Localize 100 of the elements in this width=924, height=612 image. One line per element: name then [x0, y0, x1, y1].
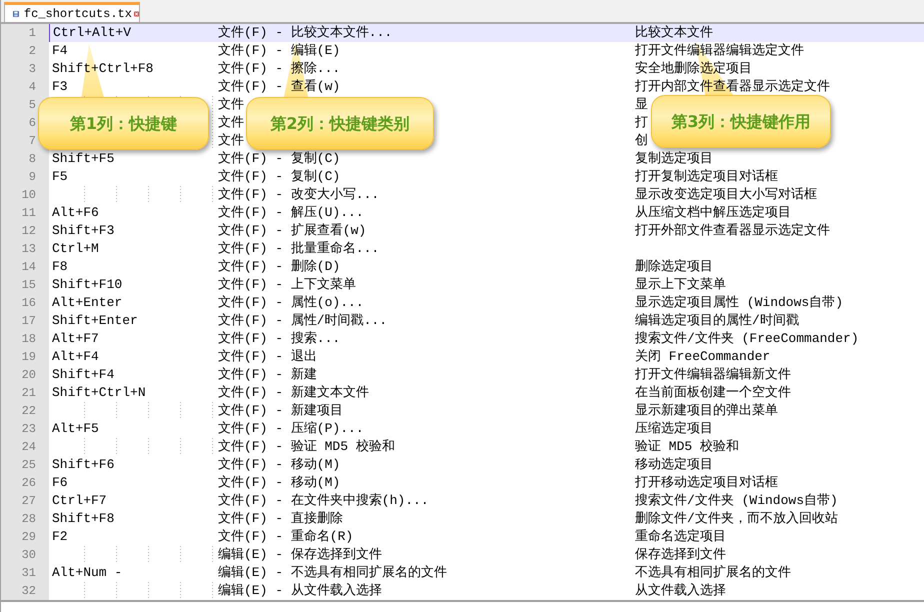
description-text: 在当前面板创建一个空文件: [635, 385, 791, 400]
category-text: 文件: [218, 133, 244, 148]
line-number: 24: [1, 438, 49, 456]
shortcut-text: Shift+Ctrl+F8: [51, 60, 154, 78]
shortcut-text: Shift+F5: [51, 150, 116, 168]
category-text: 文件(F) - 复制(C): [218, 151, 340, 166]
shortcut-text: Alt+F7: [51, 330, 100, 348]
description-text: 不选具有相同扩展名的文件: [635, 565, 791, 580]
line-number: 9: [1, 168, 49, 186]
line-number: 27: [1, 492, 49, 510]
description-text: 搜索文件/文件夹 (FreeCommander): [635, 331, 859, 346]
category-text: 文件: [218, 97, 244, 112]
line-number: 32: [1, 582, 49, 600]
line-number: 4: [1, 78, 49, 96]
category-text: 文件(F) - 新建文本文件: [218, 385, 369, 400]
description-text: 关闭 FreeCommander: [635, 349, 770, 364]
description-text: 打开文件编辑器编辑新文件: [635, 367, 791, 382]
line-number: 10: [1, 186, 49, 204]
description-text: 移动选定项目: [635, 457, 713, 472]
shortcut-text: Shift+Enter: [51, 312, 139, 330]
description-text: 打开外部文件查看器显示选定文件: [635, 223, 830, 238]
category-text: 文件(F) - 属性/时间戳...: [218, 313, 388, 328]
shortcut-text: Alt+Num -: [51, 564, 124, 582]
line-number: 16: [1, 294, 49, 312]
shortcut-text: F8: [51, 258, 69, 276]
line-number: 29: [1, 528, 49, 546]
shortcut-text: Shift+Ctrl+N: [51, 384, 147, 402]
description-text: 重命名选定项目: [635, 529, 726, 544]
description-text: 从文件载入选择: [635, 583, 726, 598]
line-number: 25: [1, 456, 49, 474]
description-text: 打开移动选定项目对话框: [635, 475, 778, 490]
category-text: 文件(F) - 扩展查看(w): [218, 223, 366, 238]
category-text: 文件(F) - 解压(U)...: [218, 205, 364, 220]
category-text: 文件(F) - 搜索...: [218, 331, 340, 346]
category-text: 文件: [218, 115, 244, 130]
line-number: 22: [1, 402, 49, 420]
description-text: 打: [635, 115, 648, 130]
line-number: 31: [1, 564, 49, 582]
category-text: 文件(F) - 改变大小写...: [218, 187, 380, 202]
shortcut-text: F5: [51, 168, 69, 186]
line-number: 11: [1, 204, 49, 222]
description-text: 显示选定项目属性 (Windows自带): [635, 295, 844, 310]
line-number: 26: [1, 474, 49, 492]
category-text: 文件(F) - 移动(M): [218, 457, 340, 472]
line-number: 18: [1, 330, 49, 348]
category-text: 文件(F) - 批量重命名...: [218, 241, 380, 256]
line-number: 12: [1, 222, 49, 240]
description-text: 安全地删除选定项目: [635, 61, 752, 76]
shortcut-text: Shift+F10: [51, 276, 124, 294]
description-text: 比较文本文件: [635, 25, 713, 40]
category-text: 文件(F) - 比较文本文件...: [218, 25, 392, 40]
tab-title: fc_shortcuts.tx: [24, 6, 132, 20]
line-number: 3: [1, 60, 49, 78]
shortcut-text: Shift+F8: [51, 510, 116, 528]
category-text: 文件(F) - 验证 MD5 校验和: [218, 439, 395, 454]
description-text: 压缩选定项目: [635, 421, 713, 436]
file-tab[interactable]: fc_shortcuts.tx: [4, 2, 140, 22]
category-text: 文件(F) - 编辑(E): [218, 43, 340, 58]
callout-label: 第2列：快捷键类别: [270, 112, 410, 134]
description-text: 编辑选定项目的属性/时间戳: [635, 313, 799, 328]
line-number: 15: [1, 276, 49, 294]
line-number: 20: [1, 366, 49, 384]
category-text: 文件(F) - 新建项目: [218, 403, 343, 418]
line-number: 23: [1, 420, 49, 438]
description-text: 打开文件编辑器编辑选定文件: [635, 43, 804, 58]
description-text: 保存选择到文件: [635, 547, 726, 562]
category-text: 编辑(E) - 从文件载入选择: [218, 583, 382, 598]
line-number: 30: [1, 546, 49, 564]
shortcut-text: F3: [51, 78, 69, 96]
description-text: 搜索文件/文件夹 (Windows自带): [635, 493, 838, 508]
category-text: 文件(F) - 重命名(R): [218, 529, 354, 544]
shortcut-text: F4: [51, 42, 69, 60]
description-text: 验证 MD5 校验和: [635, 439, 740, 454]
category-text: 文件(F) - 在文件夹中搜索(h)...: [218, 493, 429, 508]
description-text: 从压缩文档中解压选定项目: [635, 205, 791, 220]
description-text: 显: [635, 97, 648, 112]
category-text: 文件(F) - 复制(C): [218, 169, 340, 184]
callout-label: 第3列：快捷键作用: [671, 110, 811, 132]
shortcut-text: Alt+Enter: [51, 294, 124, 312]
category-text: 文件(F) - 删除(D): [218, 259, 340, 274]
shortcut-text: Ctrl+M: [51, 240, 100, 258]
line-number: 14: [1, 258, 49, 276]
description-text: 打开复制选定项目对话框: [635, 169, 778, 184]
shortcut-text: F6: [51, 474, 69, 492]
description-text: 显示上下文菜单: [635, 277, 726, 292]
description-text: 打开内部文件查看器显示选定文件: [635, 79, 830, 94]
line-number: 21: [1, 384, 49, 402]
line-number: 2: [1, 42, 49, 60]
description-text: 复制选定项目: [635, 151, 713, 166]
description-text: 显示新建项目的弹出菜单: [635, 403, 778, 418]
shortcut-text: Alt+F5: [51, 420, 100, 438]
category-text: 文件(F) - 查看(w): [218, 79, 340, 94]
line-number: 13: [1, 240, 49, 258]
shortcut-text: Alt+F6: [51, 204, 100, 222]
shortcut-text: Ctrl+F7: [51, 492, 108, 510]
shortcut-text: Shift+F6: [51, 456, 116, 474]
description-text: 删除选定项目: [635, 259, 713, 274]
shortcut-text: Ctrl+Alt+V: [49, 24, 218, 42]
category-text: 文件(F) - 退出: [218, 349, 317, 364]
line-number: 19: [1, 348, 49, 366]
